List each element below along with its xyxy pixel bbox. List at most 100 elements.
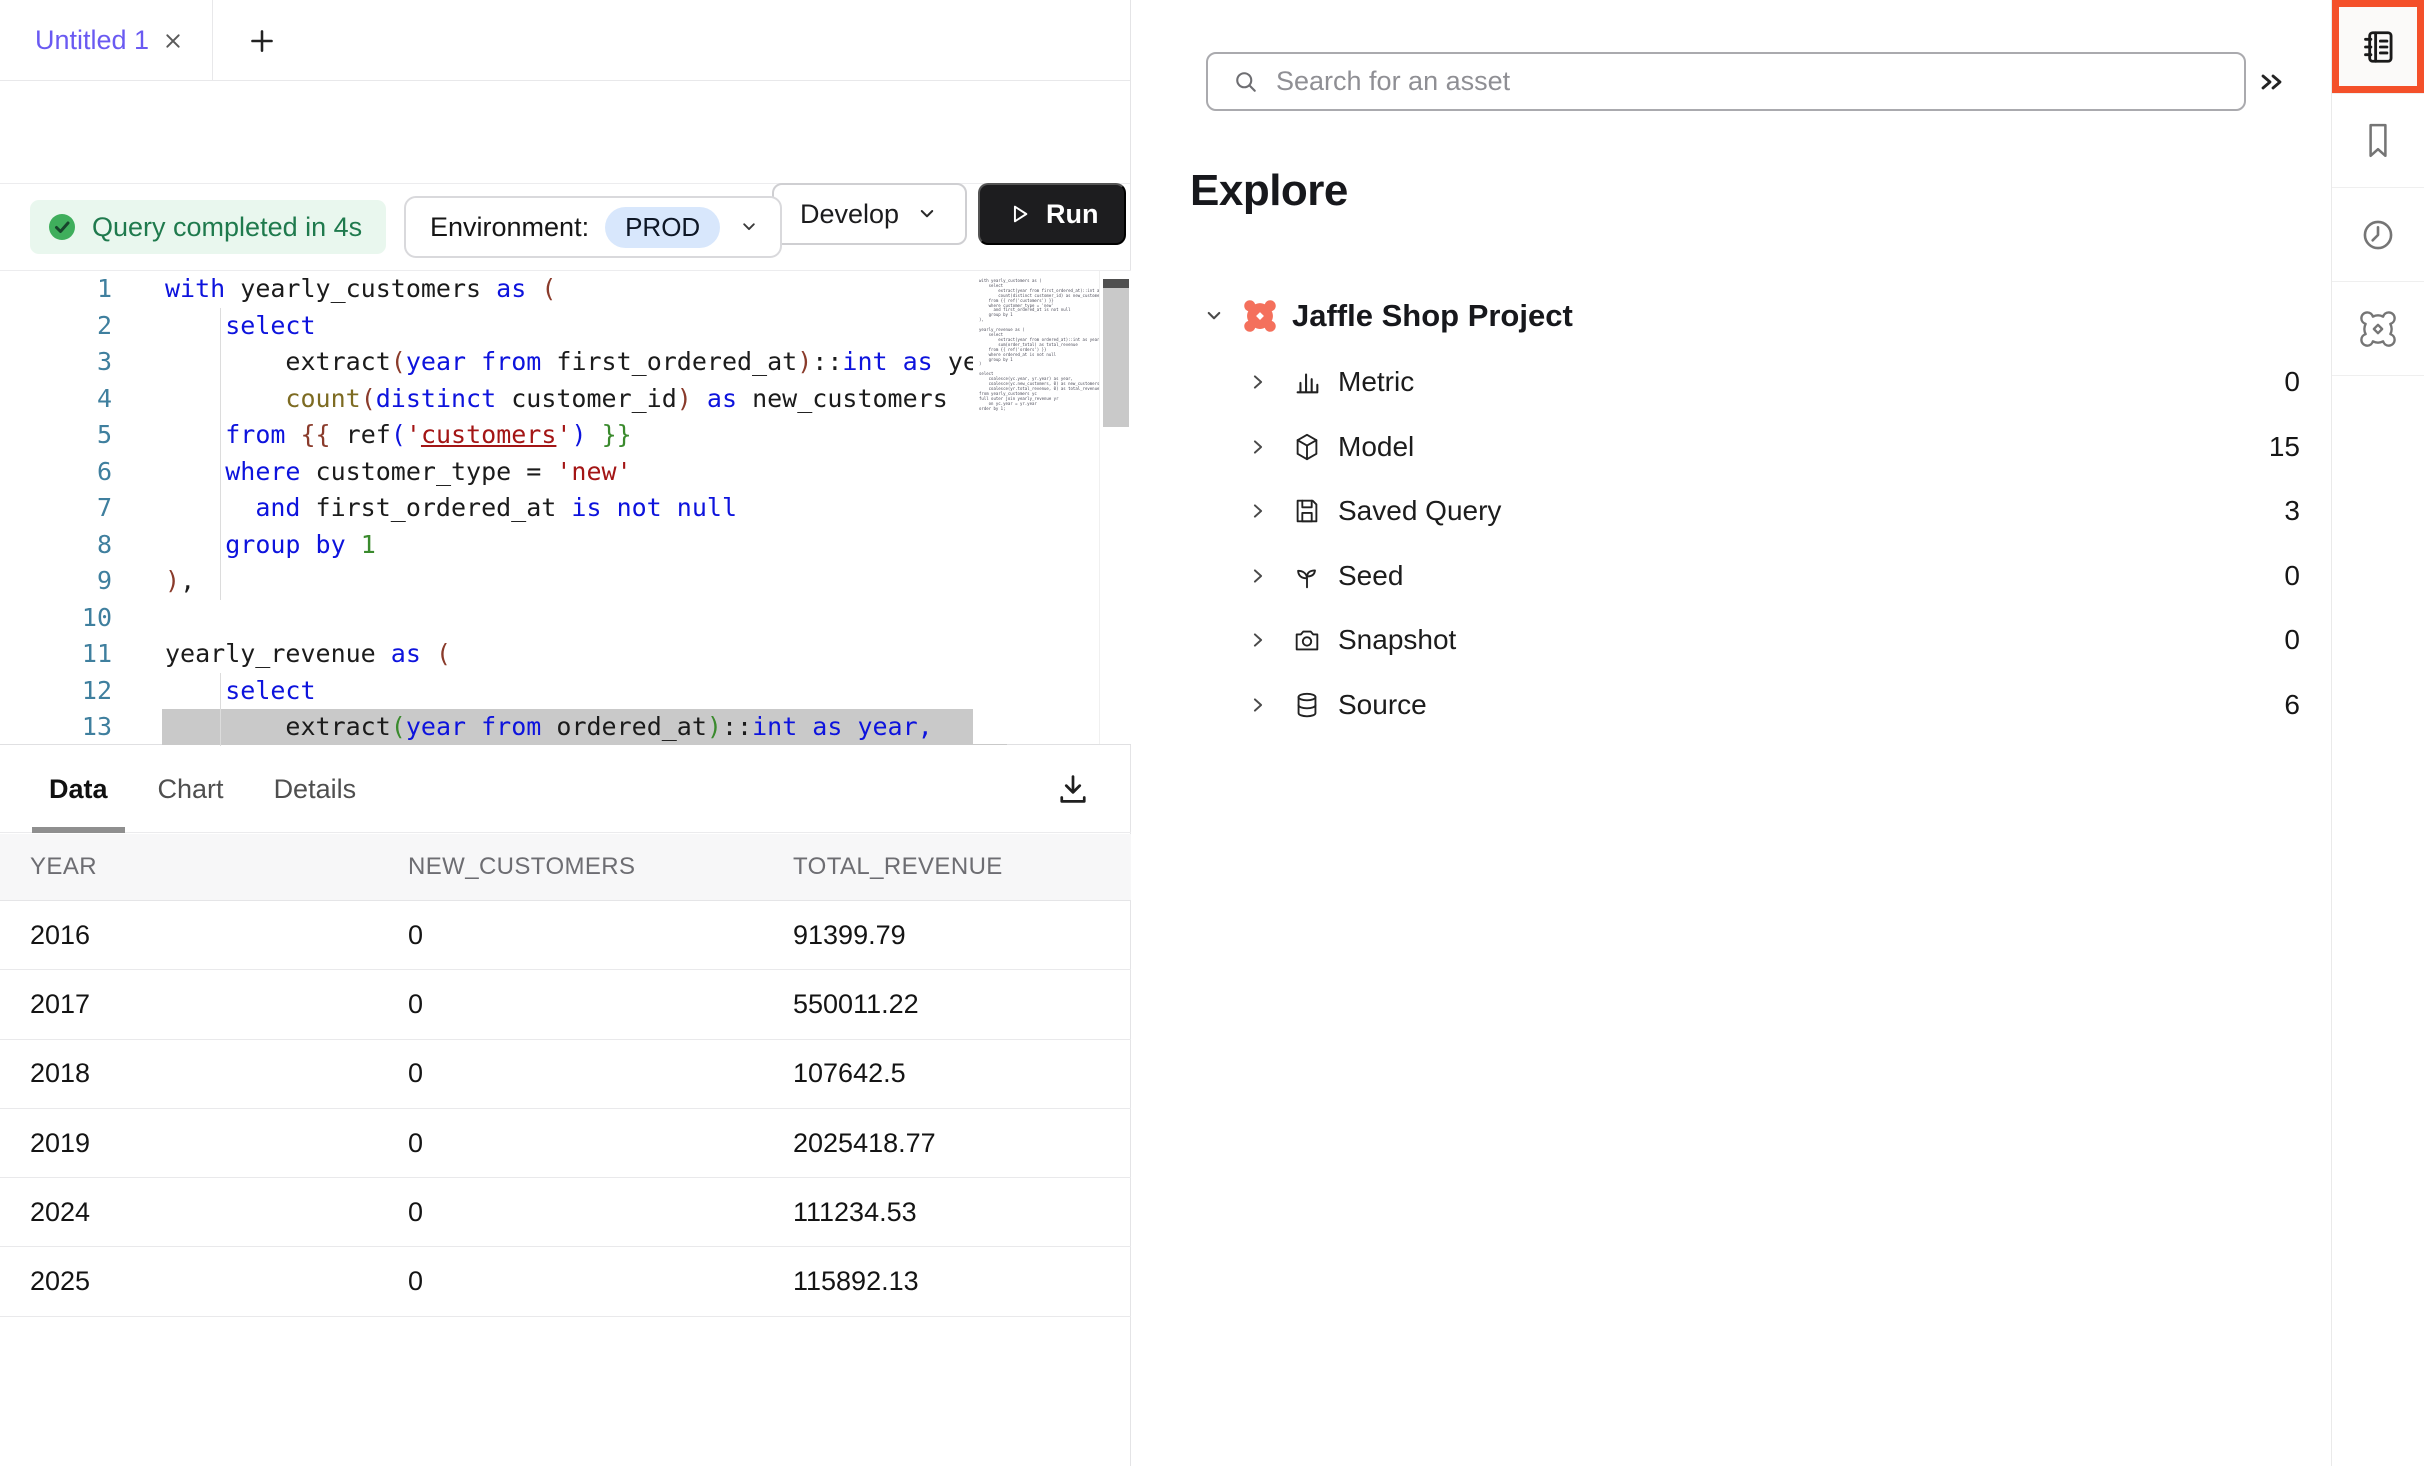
tree-item-count: 0 bbox=[2284, 624, 2300, 656]
chevron-right-icon[interactable] bbox=[1248, 372, 1268, 392]
table-row: 20180107642.5 bbox=[0, 1040, 1131, 1109]
dbt-outline-rail-button[interactable] bbox=[2332, 282, 2424, 376]
line-number: 11 bbox=[0, 636, 112, 673]
editor-pane: Untitled 1 Develop Run bbox=[0, 0, 1131, 1466]
tab-untitled-1[interactable]: Untitled 1 bbox=[0, 0, 213, 81]
saved-query-icon bbox=[1292, 496, 1322, 526]
line-number: 5 bbox=[0, 417, 112, 454]
chevron-right-icon[interactable] bbox=[1248, 695, 1268, 715]
catalog-rail-button[interactable] bbox=[2332, 0, 2424, 94]
tree-item-seed[interactable]: Seed0 bbox=[1132, 544, 2330, 609]
environment-label: Environment: bbox=[430, 212, 589, 243]
results-tab-chart[interactable]: Chart bbox=[141, 746, 241, 832]
tree-item-model[interactable]: Model15 bbox=[1132, 415, 2330, 480]
table-row: 20240111234.53 bbox=[0, 1178, 1131, 1247]
results-tab-details[interactable]: Details bbox=[257, 746, 374, 832]
line-number: 1 bbox=[0, 271, 112, 308]
sql-editor[interactable]: 12345678910111213 with yearly_customers … bbox=[0, 270, 1131, 745]
history-icon bbox=[2359, 216, 2397, 254]
table-cell: 2025 bbox=[30, 1266, 408, 1297]
line-number: 13 bbox=[0, 709, 112, 746]
tree-root-jaffle-shop-project[interactable]: Jaffle Shop Project bbox=[1132, 282, 2330, 350]
indent-guide bbox=[220, 673, 221, 746]
right-icon-rail bbox=[2331, 0, 2424, 1466]
collapse-panel-button[interactable] bbox=[2246, 56, 2298, 108]
environment-value-badge: PROD bbox=[605, 207, 720, 248]
bookmark-rail-button[interactable] bbox=[2332, 94, 2424, 188]
tree-item-count: 15 bbox=[2269, 431, 2300, 463]
results-table-body: 2016091399.7920170550011.2220180107642.5… bbox=[0, 901, 1131, 1317]
tree-item-label: Saved Query bbox=[1338, 495, 1501, 527]
tab-bar: Untitled 1 bbox=[0, 0, 1130, 81]
table-cell: 91399.79 bbox=[793, 920, 1131, 951]
history-rail-button[interactable] bbox=[2332, 188, 2424, 282]
table-cell: 0 bbox=[408, 1266, 793, 1297]
project-name: Jaffle Shop Project bbox=[1292, 298, 1573, 334]
model-icon bbox=[1292, 432, 1322, 462]
tree-item-label: Seed bbox=[1338, 560, 1403, 592]
scrollbar-thumb[interactable] bbox=[1103, 279, 1129, 427]
column-header: TOTAL_REVENUE bbox=[793, 853, 1131, 881]
seed-icon bbox=[1292, 561, 1322, 591]
snapshot-icon bbox=[1292, 625, 1322, 655]
chevron-down-icon[interactable] bbox=[1202, 304, 1226, 328]
double-chevron-right-icon bbox=[2256, 66, 2288, 98]
catalog-icon bbox=[2359, 28, 2397, 66]
search-placeholder: Search for an asset bbox=[1276, 66, 1510, 97]
source-icon bbox=[1292, 690, 1322, 720]
editor-minimap[interactable]: with yearly_customers as ( select extrac… bbox=[973, 271, 1099, 744]
table-cell: 2016 bbox=[30, 920, 408, 951]
metric-icon bbox=[1292, 367, 1322, 397]
editor-gutter: 12345678910111213 bbox=[0, 271, 112, 746]
tree-item-label: Source bbox=[1338, 689, 1427, 721]
table-row: 20170550011.22 bbox=[0, 970, 1131, 1039]
chevron-right-icon[interactable] bbox=[1248, 437, 1268, 457]
chevron-right-icon[interactable] bbox=[1248, 566, 1268, 586]
results-tab-bar: DataChartDetails bbox=[0, 746, 1131, 833]
table-cell: 107642.5 bbox=[793, 1058, 1131, 1089]
chevron-right-icon[interactable] bbox=[1248, 501, 1268, 521]
close-icon[interactable] bbox=[160, 28, 186, 54]
table-cell: 2018 bbox=[30, 1058, 408, 1089]
table-cell: 0 bbox=[408, 989, 793, 1020]
check-circle-icon bbox=[46, 211, 78, 243]
download-icon bbox=[1055, 771, 1091, 807]
table-row: 201902025418.77 bbox=[0, 1109, 1131, 1178]
download-results-button[interactable] bbox=[1049, 765, 1097, 813]
dbt-outline-icon bbox=[2359, 310, 2397, 348]
tree-item-count: 3 bbox=[2284, 495, 2300, 527]
new-tab-button[interactable] bbox=[230, 0, 294, 81]
line-number: 2 bbox=[0, 308, 112, 345]
plus-icon bbox=[245, 24, 279, 58]
table-row: 20250115892.13 bbox=[0, 1247, 1131, 1316]
line-number: 12 bbox=[0, 673, 112, 710]
dbt-logo bbox=[1242, 298, 1278, 334]
line-number: 8 bbox=[0, 527, 112, 564]
tree-item-saved-query[interactable]: Saved Query 3 bbox=[1132, 479, 2330, 544]
query-status-badge: Query completed in 4s bbox=[30, 200, 386, 254]
table-cell: 0 bbox=[408, 1128, 793, 1159]
explore-title: Explore bbox=[1190, 166, 1348, 216]
line-number: 6 bbox=[0, 454, 112, 491]
bookmark-icon bbox=[2361, 122, 2395, 160]
status-row: Query completed in 4s Environment: PROD bbox=[0, 184, 1130, 270]
indent-guide bbox=[220, 308, 221, 600]
tree-item-source[interactable]: Source6 bbox=[1132, 673, 2330, 738]
tree-item-snapshot[interactable]: Snapshot0 bbox=[1132, 608, 2330, 673]
results-table-header: YEARNEW_CUSTOMERSTOTAL_REVENUE bbox=[0, 834, 1131, 901]
chevron-right-icon[interactable] bbox=[1248, 630, 1268, 650]
table-cell: 2025418.77 bbox=[793, 1128, 1131, 1159]
editor-scrollbar[interactable] bbox=[1099, 271, 1131, 744]
table-cell: 0 bbox=[408, 1058, 793, 1089]
table-row: 2016091399.79 bbox=[0, 901, 1131, 970]
editor-header: Develop Run bbox=[0, 81, 1130, 184]
query-status-text: Query completed in 4s bbox=[92, 212, 362, 243]
results-tab-data[interactable]: Data bbox=[32, 746, 125, 832]
environment-select[interactable]: Environment: PROD bbox=[404, 196, 782, 258]
table-cell: 0 bbox=[408, 1197, 793, 1228]
tree-item-metric[interactable]: Metric0 bbox=[1132, 350, 2330, 415]
line-number: 10 bbox=[0, 600, 112, 637]
asset-search-input[interactable]: Search for an asset bbox=[1206, 52, 2246, 111]
scrollbar-marker bbox=[1103, 279, 1129, 288]
explore-panel: Search for an asset Explore Jaffle Shop … bbox=[1132, 0, 2330, 1466]
